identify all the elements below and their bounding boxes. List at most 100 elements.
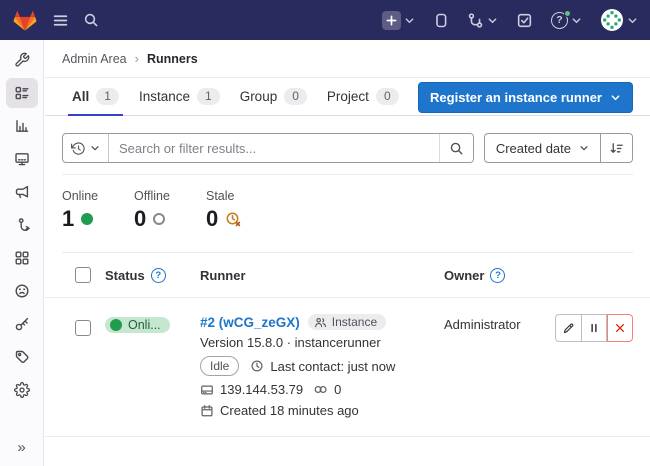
merge-request-icon [467, 12, 484, 29]
sort-direction-button[interactable] [601, 133, 633, 163]
stat-online-label: Online [62, 189, 114, 203]
stat-offline-value: 0 [134, 206, 146, 232]
calendar-icon [200, 404, 214, 418]
sidebar-item-analytics-icon[interactable] [6, 111, 38, 141]
chevron-down-icon [90, 143, 100, 153]
search-input[interactable] [109, 134, 439, 162]
tab-group-label: Group [240, 89, 278, 104]
sidebar-item-labels-icon[interactable] [6, 342, 38, 372]
created-ago-text: Created 18 minutes ago [220, 403, 359, 418]
main-content: Admin Area › Runners All 1 Instance 1 Gr… [45, 40, 650, 466]
chevron-down-icon [571, 15, 582, 26]
chevron-down-icon [610, 92, 621, 103]
runner-table-row: Onli... #2 (wCG_zeGX) Instance Versi [45, 298, 650, 437]
owner-column-header: Owner [444, 268, 484, 283]
notification-dot [564, 10, 571, 17]
issues-icon[interactable] [433, 12, 449, 29]
breadcrumb-admin-area[interactable]: Admin Area [62, 52, 127, 66]
register-button-label: Register an instance runner [430, 90, 602, 105]
sidebar-item-system-hooks-icon[interactable] [6, 210, 38, 240]
tab-project[interactable]: Project 0 [317, 78, 409, 115]
tab-all[interactable]: All 1 [62, 78, 129, 115]
tab-instance-count: 1 [197, 88, 220, 105]
merge-requests-menu[interactable] [467, 12, 498, 29]
tab-project-label: Project [327, 89, 369, 104]
runner-column-header: Runner [200, 268, 444, 283]
tab-instance[interactable]: Instance 1 [129, 78, 230, 115]
breadcrumb: Admin Area › Runners [45, 40, 650, 78]
stale-clock-x-icon [225, 211, 242, 228]
tab-all-label: All [72, 89, 89, 104]
top-navbar: ? [0, 0, 650, 40]
last-contact-text: Last contact: just now [270, 359, 395, 374]
filtered-search [62, 133, 474, 163]
stat-stale-value: 0 [206, 206, 218, 232]
stat-offline: Offline 0 [134, 189, 186, 232]
tab-all-count: 1 [96, 88, 119, 105]
runner-link[interactable]: #2 (wCG_zeGX) [200, 315, 300, 330]
help-menu[interactable]: ? [551, 12, 582, 29]
row-checkbox[interactable] [75, 320, 91, 336]
search-history-dropdown[interactable] [63, 134, 109, 162]
owner-cell[interactable]: Administrator [444, 314, 559, 332]
status-help-icon[interactable]: ? [151, 268, 166, 283]
owner-help-icon[interactable]: ? [490, 268, 505, 283]
todos-icon[interactable] [516, 12, 533, 29]
sidebar-expand-button[interactable]: » [0, 439, 43, 456]
server-icon [200, 383, 214, 397]
jobs-count[interactable]: 0 [334, 382, 341, 397]
online-dot-icon [110, 319, 122, 331]
runner-created-line: Created 18 minutes ago [200, 403, 444, 418]
tab-project-count: 0 [376, 88, 399, 105]
search-icon [449, 141, 464, 156]
delete-runner-button[interactable] [607, 314, 633, 342]
runner-type-tabs: All 1 Instance 1 Group 0 Project 0 Regis… [45, 78, 650, 116]
stat-stale: Stale 0 [206, 189, 258, 232]
search-submit-button[interactable] [439, 134, 473, 162]
sort-by-dropdown[interactable]: Created date [484, 133, 601, 163]
stat-online: Online 1 [62, 189, 114, 232]
sort-by-label: Created date [496, 141, 571, 156]
gitlab-logo[interactable] [12, 8, 38, 33]
tab-group-count: 0 [284, 88, 307, 105]
runner-stats: Online 1 Offline 0 Stale 0 [45, 175, 650, 252]
sidebar-item-monitoring-icon[interactable] [6, 144, 38, 174]
runner-summary-cell: #2 (wCG_zeGX) Instance Version 15.8.0 · … [200, 314, 444, 418]
search-icon[interactable] [83, 12, 99, 28]
runner-table-header: Status ? Runner Owner ? [45, 253, 650, 298]
runner-ip-line: 139.144.53.79 0 [200, 382, 444, 397]
filter-toolbar: Created date [62, 133, 633, 163]
chevron-down-icon [627, 15, 638, 26]
register-instance-runner-button[interactable]: Register an instance runner [418, 82, 633, 113]
runner-activity-line: Idle Last contact: just now [200, 356, 444, 376]
sidebar-item-deploy-keys-icon[interactable] [6, 309, 38, 339]
sidebar-item-applications-icon[interactable] [6, 243, 38, 273]
stat-online-value: 1 [62, 206, 74, 232]
sort-descending-icon [609, 141, 624, 156]
stat-offline-label: Offline [134, 189, 186, 203]
hamburger-menu-icon[interactable] [52, 12, 69, 29]
close-icon [614, 322, 626, 334]
navbar-left [12, 8, 99, 33]
sidebar-item-messages-icon[interactable] [6, 177, 38, 207]
status-column-header: Status [105, 268, 145, 283]
edit-runner-button[interactable] [555, 314, 581, 342]
row-actions [559, 314, 633, 342]
idle-badge: Idle [200, 356, 239, 376]
user-avatar [600, 8, 624, 32]
tab-group[interactable]: Group 0 [230, 78, 317, 115]
select-all-checkbox[interactable] [75, 267, 91, 283]
plus-icon [382, 11, 401, 30]
sidebar-item-settings-icon[interactable] [6, 375, 38, 405]
chevron-down-icon [404, 15, 415, 26]
users-icon [314, 316, 327, 329]
pause-runner-button[interactable] [581, 314, 607, 342]
admin-wrench-icon[interactable] [6, 45, 38, 75]
sidebar-item-abuse-reports-icon[interactable] [6, 276, 38, 306]
breadcrumb-runners: Runners [147, 52, 198, 66]
user-menu[interactable] [600, 8, 638, 32]
sidebar-item-overview-icon[interactable] [6, 78, 38, 108]
stat-stale-label: Stale [206, 189, 258, 203]
new-menu-button[interactable] [382, 11, 415, 30]
navbar-right: ? [382, 8, 638, 32]
